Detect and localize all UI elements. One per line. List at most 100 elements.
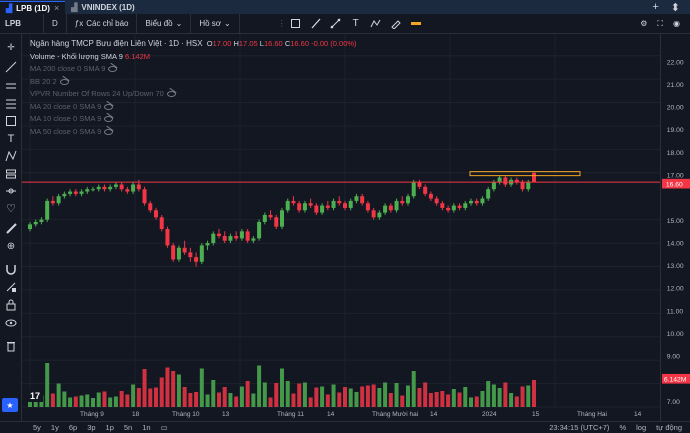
goto-date-icon[interactable]: ▭	[156, 423, 173, 432]
add-tab-icon[interactable]: +	[652, 1, 658, 14]
close-icon[interactable]: ×	[54, 3, 59, 13]
tab-lpb[interactable]: ▟ LPB (1D) ×	[0, 1, 66, 14]
time-tick-label: Tháng 11	[277, 411, 304, 418]
highlighter-tool-icon[interactable]	[386, 14, 406, 34]
eye-hidden-icon[interactable]	[108, 66, 118, 73]
chevron-down-icon: ⌄	[224, 19, 231, 28]
pattern-icon[interactable]	[4, 149, 18, 163]
eye-hidden-icon[interactable]	[104, 128, 114, 135]
volume-bar	[331, 384, 336, 407]
indicator-label: MA 20 close 0 SMA 9	[30, 101, 102, 111]
price-tick-label: 21.00	[667, 82, 684, 89]
range-1d[interactable]: 1n	[137, 423, 155, 432]
legend-indicator-row[interactable]: MA 10 close 0 SMA 9	[30, 113, 357, 126]
candle-body	[108, 186, 113, 190]
range-1y[interactable]: 1y	[46, 423, 64, 432]
indicator-label: VPVR Number Of Rows 24 Up/Down 70	[30, 89, 164, 98]
fullscreen-icon[interactable]: ⛶	[657, 19, 663, 29]
range-3m[interactable]: 3p	[82, 423, 100, 432]
chevron-down-icon: ⌄	[175, 19, 183, 28]
legend-title-row: Ngân hàng TMCP Bưu điện Liên Việt · 1D ·…	[30, 38, 357, 51]
trendline-icon[interactable]	[4, 60, 18, 74]
log-toggle[interactable]: log	[636, 423, 646, 432]
heart-icon[interactable]: ♡	[4, 201, 18, 215]
volume-bar	[176, 374, 181, 407]
chart-type-button[interactable]: Biểu đồ ⌄	[137, 13, 192, 34]
candle-body	[337, 200, 342, 204]
crosshair-icon[interactable]: ✛	[4, 40, 18, 54]
legend-indicator-row[interactable]: MA 200 close 0 SMA 9	[30, 63, 357, 76]
candle-body	[73, 191, 78, 194]
drag-handle-icon[interactable]: ⋮	[278, 19, 286, 28]
volume-bar	[96, 392, 101, 407]
candle-body	[131, 184, 136, 192]
candle-body	[417, 182, 422, 187]
percent-toggle[interactable]: %	[619, 423, 626, 432]
eye-hidden-icon[interactable]	[59, 78, 69, 85]
legend-indicator-row[interactable]: VPVR Number Of Rows 24 Up/Down 70	[30, 88, 357, 101]
toolbar-right-controls: ⚙ ⛶ ◉	[640, 19, 690, 29]
volume-bar	[531, 380, 537, 407]
time-tick-label: Tháng 10	[172, 411, 200, 418]
candle-body	[165, 229, 170, 246]
trash-icon[interactable]	[4, 339, 18, 353]
eye-icon[interactable]	[4, 316, 18, 330]
prediction-icon[interactable]	[4, 167, 18, 181]
legend-indicator-row[interactable]: MA 50 close 0 SMA 9	[30, 126, 357, 139]
auto-toggle[interactable]: tự động	[656, 423, 682, 432]
candle-body	[440, 203, 445, 208]
range-6m[interactable]: 6p	[64, 423, 82, 432]
price-axis[interactable]: 22.00 21.00 20.00 19.00 18.00 17.00 15.00 14.00…	[660, 34, 690, 421]
candles	[27, 171, 537, 267]
ohlc-value: 17.05	[238, 39, 258, 48]
eye-hidden-icon[interactable]	[166, 91, 176, 98]
brush-icon[interactable]	[4, 184, 18, 198]
rectangle-icon[interactable]	[4, 114, 18, 128]
range-1m[interactable]: 1p	[101, 423, 119, 432]
magnet-icon[interactable]	[4, 262, 18, 276]
path-tool-icon[interactable]	[366, 14, 386, 34]
price-tick-label: 22.00	[667, 59, 684, 66]
range-5y[interactable]: 5y	[28, 423, 46, 432]
candle-body	[148, 203, 153, 211]
text-tool-icon[interactable]: T	[346, 14, 366, 34]
symbol-search-button[interactable]: LPB	[0, 13, 44, 34]
pencil-lock-icon[interactable]	[4, 280, 18, 294]
zoom-in-icon[interactable]: ⊕	[4, 239, 18, 253]
eye-hidden-icon[interactable]	[104, 116, 114, 123]
profile-button[interactable]: Hồ sơ ⌄	[191, 13, 240, 34]
price-tick-label: 17.00	[667, 173, 684, 180]
expand-icon[interactable]: ⬍	[671, 1, 680, 14]
eye-hidden-icon[interactable]	[104, 103, 114, 110]
candle-body	[480, 198, 485, 204]
trendline-tool-icon[interactable]	[326, 14, 346, 34]
legend-indicator-row[interactable]: BB 20 2	[30, 76, 357, 89]
price-tick-label: 18.00	[667, 150, 684, 157]
legend-indicator-row[interactable]: MA 20 close 0 SMA 9	[30, 101, 357, 114]
legend-volume-row[interactable]: Volume - Khối lượng SMA 9 6.142M	[30, 51, 357, 64]
lock-icon[interactable]	[4, 298, 18, 312]
camera-icon[interactable]: ◉	[673, 19, 680, 29]
settings-icon[interactable]: ⚙	[640, 19, 647, 29]
ruler-icon[interactable]	[4, 221, 18, 235]
tab-lpb-label: LPB (1D)	[16, 3, 50, 13]
indicators-button[interactable]: ƒx Các chỉ báo	[67, 13, 138, 34]
time-axis[interactable]: Tháng 9 18 Tháng 10 13 Tháng 11 14 Tháng Mười …	[22, 407, 660, 421]
line-width-icon[interactable]	[406, 14, 426, 34]
rectangle-tool-icon[interactable]	[286, 14, 306, 34]
object-tree-button[interactable]: ★	[2, 398, 18, 412]
brush-tool-icon[interactable]	[306, 14, 326, 34]
candle-body	[325, 205, 330, 208]
clock-readout[interactable]: 23:34:15 (UTC+7)	[549, 423, 609, 432]
channel-icon[interactable]	[4, 97, 18, 111]
text-icon[interactable]: T	[4, 132, 18, 146]
candle-body	[257, 221, 262, 239]
candle-body	[211, 233, 216, 244]
horizontal-lines-icon[interactable]	[4, 79, 18, 93]
tab-vnindex[interactable]: ▟ VNINDEX (1D)	[65, 1, 141, 14]
highlight-drawing[interactable]	[469, 171, 581, 177]
profile-label: Hồ sơ	[199, 19, 222, 28]
interval-button[interactable]: D	[44, 13, 67, 34]
volume-bar	[68, 397, 73, 407]
range-5d[interactable]: 5n	[119, 423, 137, 432]
